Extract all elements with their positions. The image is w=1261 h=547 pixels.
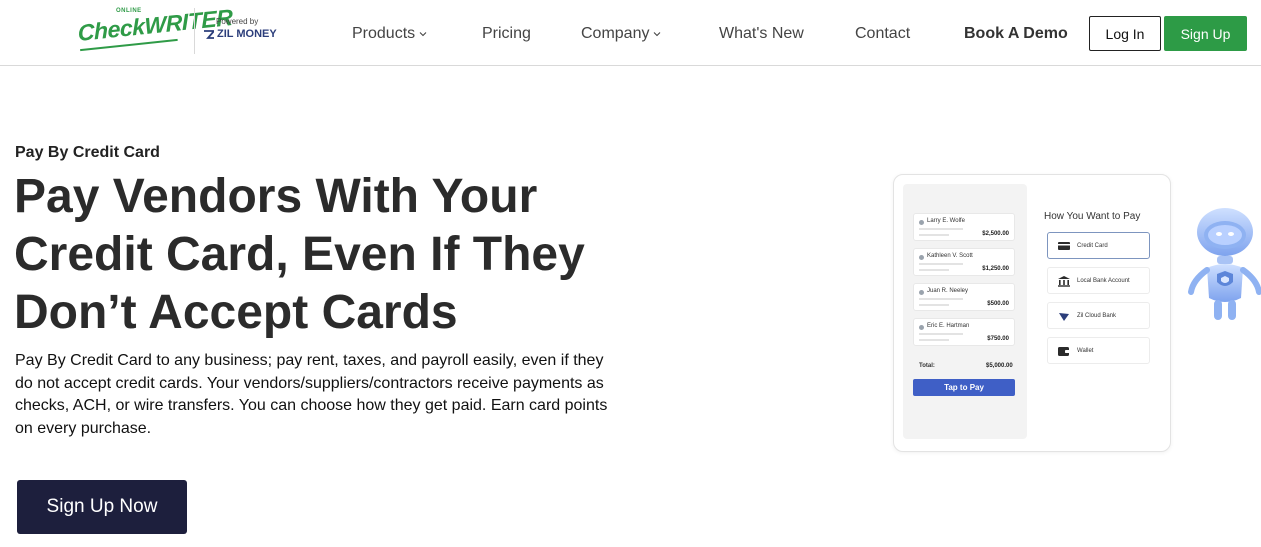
option-credit-card: Credit Card [1047,232,1150,259]
option-wallet: Wallet [1047,337,1150,364]
placeholder-line [919,263,963,265]
placeholder-line [919,228,963,230]
logo-divider [194,8,195,54]
payee-avatar [919,255,924,260]
options-title: How You Want to Pay [1044,211,1141,222]
nav-contact-label: Contact [855,25,911,42]
signup-button[interactable]: Sign Up [1164,16,1247,51]
placeholder-line [919,269,949,271]
nav-contact[interactable]: Contact [855,25,910,43]
payee-name: Kathleen V. Scott [927,253,973,259]
zil-money-logo[interactable]: ZIL MONEY [204,28,277,40]
hero-headline: Pay Vendors With Your Credit Card, Even … [14,168,634,342]
cloud-bank-icon [1059,312,1069,321]
payee-amount: $2,500.00 [982,231,1009,237]
payee-avatar [919,290,924,295]
nav-pricing[interactable]: Pricing [482,25,531,43]
placeholder-line [919,298,963,300]
payee-name: Eric E. Hartman [927,323,970,329]
bank-icon [1058,275,1070,287]
nav-products[interactable]: Products [352,25,427,43]
zil-money-label: ZIL MONEY [217,28,277,40]
nav-book-a-demo[interactable]: Book A Demo [964,25,1068,43]
option-zil-cloud-bank: Zil Cloud Bank [1047,302,1150,329]
nav-whats-new[interactable]: What's New [719,25,804,43]
option-local-bank: Local Bank Account [1047,267,1150,294]
payee-row: Kathleen V. Scott $1,250.00 [913,248,1015,276]
wallet-icon [1058,346,1070,356]
hero-headline-line: Pay Vendors With Your [14,170,538,223]
placeholder-line [919,304,949,306]
total-value: $5,000.00 [986,363,1013,369]
sign-up-now-button[interactable]: Sign Up Now [17,480,187,534]
payee-amount: $750.00 [987,336,1009,342]
nav-products-label: Products [352,25,416,42]
payee-row: Eric E. Hartman $750.00 [913,318,1015,346]
nav-company[interactable]: Company [581,25,661,43]
nav-pricing-label: Pricing [482,25,531,42]
powered-by-text: Powered by [216,17,259,26]
login-button[interactable]: Log In [1089,16,1161,51]
payee-amount: $1,250.00 [982,266,1009,272]
payee-amount: $500.00 [987,301,1009,307]
payee-avatar [919,325,924,330]
site-header: ONLINE CheckWRITER Powered by ZIL MONEY … [0,0,1261,66]
nav-whats-new-label: What's New [719,25,804,42]
hero-headline-line: Don’t Accept Cards [14,286,458,339]
pay-illustration-card: Larry E. Wolfe $2,500.00 Kathleen V. Sco… [893,174,1171,452]
checkwriter-logo[interactable]: ONLINE CheckWRITER [77,4,233,58]
placeholder-line [919,333,963,335]
payee-row: Juan R. Neeley $500.00 [913,283,1015,311]
credit-card-icon [1058,241,1070,250]
option-label: Zil Cloud Bank [1077,312,1117,319]
payee-panel: Larry E. Wolfe $2,500.00 Kathleen V. Sco… [903,184,1027,439]
placeholder-line [919,234,949,236]
option-label: Wallet [1077,347,1094,354]
payee-avatar [919,220,924,225]
nav-book-a-demo-label: Book A Demo [964,25,1068,42]
chevron-down-icon [654,32,661,37]
nav-company-label: Company [581,25,650,42]
total-label: Total: [919,363,935,369]
hero-eyebrow: Pay By Credit Card [15,144,160,161]
option-label: Credit Card [1077,242,1108,249]
placeholder-line [919,339,949,341]
payee-row: Larry E. Wolfe $2,500.00 [913,213,1015,241]
zil-money-icon [204,30,214,39]
chevron-down-icon [419,32,427,37]
hero-description: Pay By Credit Card to any business; pay … [15,352,608,437]
tap-to-pay-button: Tap to Pay [913,379,1015,396]
robot-mascot [1188,208,1261,320]
option-label: Local Bank Account [1077,277,1130,284]
hero-headline-line: Credit Card, Even If They [14,228,585,281]
payee-name: Juan R. Neeley [927,288,969,294]
payee-name: Larry E. Wolfe [927,218,965,224]
